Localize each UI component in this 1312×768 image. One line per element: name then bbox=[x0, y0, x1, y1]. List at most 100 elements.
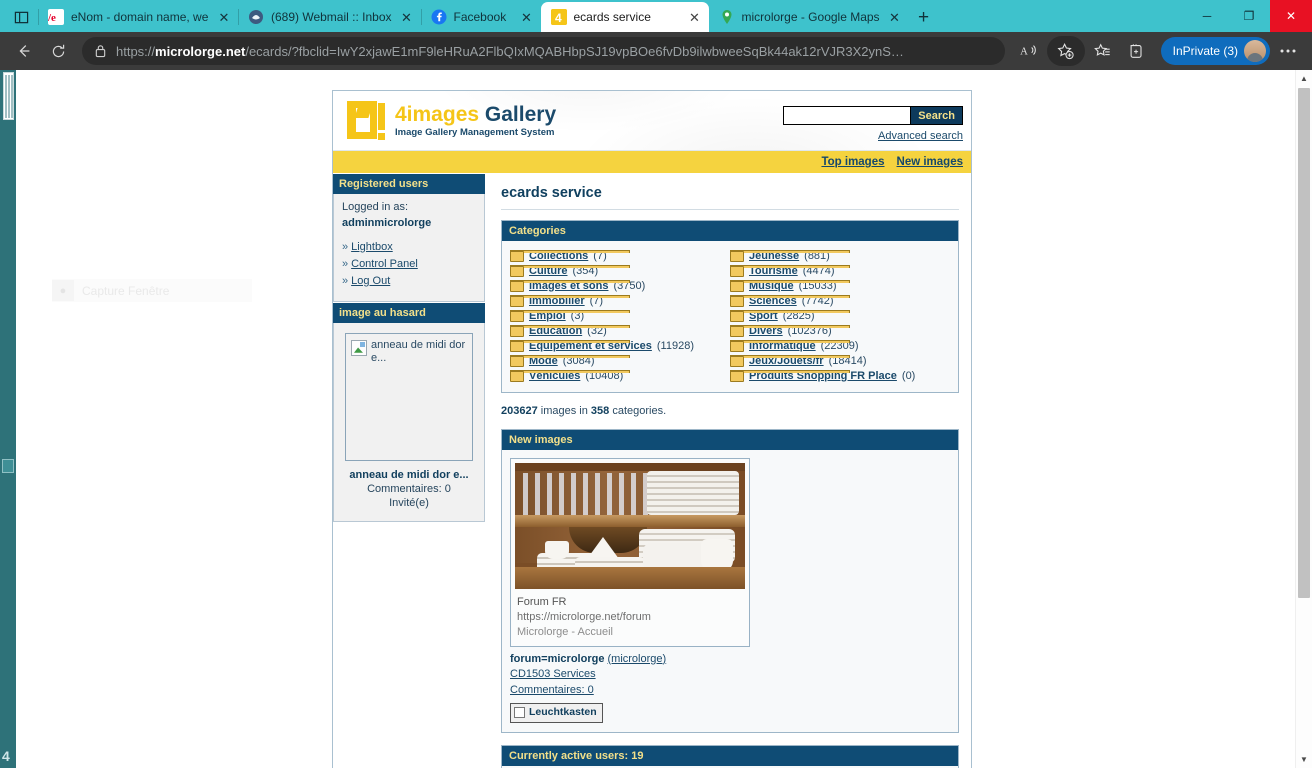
toolbar-right-icons: A InPrivate (3) bbox=[1013, 36, 1304, 66]
folder-icon bbox=[510, 309, 630, 322]
random-image-caption[interactable]: anneau de midi dor e... bbox=[342, 469, 476, 481]
more-options-button[interactable] bbox=[1272, 36, 1304, 66]
category-item[interactable]: Culture (354) bbox=[510, 263, 730, 278]
search-button[interactable]: Search bbox=[911, 106, 963, 125]
gallery-body: Registered users Logged in as: adminmicr… bbox=[333, 173, 971, 768]
address-bar[interactable]: https://microlorge.net/ecards/?fbclid=Iw… bbox=[82, 37, 1005, 65]
gallery-content: ecards service Categories Collections (7)… bbox=[485, 173, 971, 768]
category-item[interactable]: Emploi (3) bbox=[510, 308, 730, 323]
browser-tab-1[interactable]: (689) Webmail :: Inbox ✕ bbox=[238, 2, 421, 32]
read-aloud-button[interactable]: A bbox=[1013, 36, 1045, 66]
lightbox-link[interactable]: Lightbox bbox=[351, 241, 393, 253]
inprivate-label: InPrivate (3) bbox=[1172, 44, 1238, 58]
add-favorite-button[interactable] bbox=[1046, 36, 1085, 66]
top-images-link[interactable]: Top images bbox=[821, 156, 884, 168]
tab-close-button[interactable]: ✕ bbox=[887, 9, 903, 25]
category-item[interactable]: Mode (3084) bbox=[510, 353, 730, 368]
category-item[interactable]: Informatique (22309) bbox=[730, 338, 950, 353]
category-item[interactable]: Produits Shopping FR Place (0) bbox=[730, 368, 950, 383]
googlemaps-icon bbox=[719, 9, 735, 25]
advanced-search-link[interactable]: Advanced search bbox=[783, 130, 963, 142]
new-images-link[interactable]: New images bbox=[897, 156, 963, 168]
logout-link[interactable]: Log Out bbox=[351, 275, 390, 287]
tab-close-button[interactable]: ✕ bbox=[519, 9, 535, 25]
close-window-button[interactable]: ✕ bbox=[1270, 0, 1312, 32]
category-item[interactable]: Sciences (7742) bbox=[730, 293, 950, 308]
category-item[interactable]: Collections (7) bbox=[510, 248, 730, 263]
stats-mid-text: images in bbox=[537, 405, 591, 417]
tab-close-button[interactable]: ✕ bbox=[399, 9, 415, 25]
folder-icon bbox=[730, 249, 850, 262]
logo-text: 4images Gallery Image Gallery Management… bbox=[395, 103, 557, 138]
lightbox-checkbox[interactable] bbox=[514, 707, 525, 719]
gallery-logo[interactable]: 4images Gallery Image Gallery Management… bbox=[347, 101, 556, 141]
dishes-in-cabinet-photo[interactable] bbox=[515, 463, 745, 589]
category-item[interactable]: Immobilier (7) bbox=[510, 293, 730, 308]
logo-name-b: Gallery bbox=[484, 103, 557, 127]
category-item[interactable]: Musique (15033) bbox=[730, 278, 950, 293]
folder-icon bbox=[730, 369, 850, 382]
new-image-user-link[interactable]: (microlorge) bbox=[608, 653, 667, 665]
sidebar-links: » Lightbox » Control Panel » Log Out bbox=[342, 240, 476, 290]
stats-images-count: 203627 bbox=[501, 405, 538, 417]
logged-in-label: Logged in as: bbox=[342, 201, 409, 213]
random-image-panel: anneau de midi dor e... anneau de midi d… bbox=[333, 322, 485, 522]
svg-text:4: 4 bbox=[555, 11, 562, 25]
registered-users-panel: Logged in as: adminmicrolorge » Lightbox … bbox=[333, 194, 485, 302]
new-image-title: forum=microlorge bbox=[510, 652, 605, 665]
category-item[interactable]: Véhicules (10408) bbox=[510, 368, 730, 383]
control-panel-link[interactable]: Control Panel bbox=[351, 258, 418, 270]
scroll-up-arrow[interactable]: ▲ bbox=[1296, 70, 1312, 87]
page-scrollbar[interactable]: ▲ ▼ bbox=[1295, 70, 1312, 768]
browser-tab-3-active[interactable]: 4 ecards service ✕ bbox=[540, 2, 709, 32]
browser-tab-4[interactable]: microlorge - Google Maps ✕ bbox=[709, 2, 909, 32]
meta-url: https://microlorge.net/forum bbox=[517, 610, 651, 623]
new-tab-button[interactable]: + bbox=[909, 4, 939, 32]
avatar bbox=[1244, 40, 1266, 62]
sidebar-item-control-panel[interactable]: » Control Panel bbox=[342, 257, 476, 273]
tab-close-button[interactable]: ✕ bbox=[687, 9, 703, 25]
browser-tab-2[interactable]: Facebook ✕ bbox=[420, 2, 541, 32]
categories-column-right: Jeunesse (881) Tourisme (4474) Musique (150… bbox=[730, 248, 950, 383]
search-input[interactable] bbox=[783, 106, 912, 125]
url-path: /ecards/?fbclid=IwY2xjawE1mF9leHRuA2FlbQ… bbox=[245, 43, 904, 59]
sidebar-item-logout[interactable]: » Log Out bbox=[342, 274, 476, 290]
tab-close-button[interactable]: ✕ bbox=[216, 9, 232, 25]
category-item[interactable]: Sport (2825) bbox=[730, 308, 950, 323]
category-item[interactable]: Jeunesse (881) bbox=[730, 248, 950, 263]
sidebar-item-lightbox[interactable]: » Lightbox bbox=[342, 240, 476, 256]
scrollbar-thumb[interactable] bbox=[1298, 88, 1310, 598]
url-host: microlorge.net bbox=[155, 43, 246, 59]
back-arrow-icon bbox=[19, 45, 30, 57]
new-image-card[interactable]: Forum FR https://microlorge.net/forum Mi… bbox=[510, 458, 750, 647]
inprivate-indicator[interactable]: InPrivate (3) bbox=[1160, 37, 1270, 65]
left-strip-bar bbox=[3, 72, 14, 120]
capture-window-overlay[interactable]: ● Capture Fenêtre bbox=[52, 279, 252, 302]
category-item[interactable]: Education (32) bbox=[510, 323, 730, 338]
category-item[interactable]: Divers (102376) bbox=[730, 323, 950, 338]
tab-title: (689) Webmail :: Inbox bbox=[271, 10, 392, 24]
favorites-button[interactable] bbox=[1087, 36, 1119, 66]
category-item[interactable]: Equipement et services (11928) bbox=[510, 338, 730, 353]
lightbox-button[interactable]: Leuchtkasten bbox=[510, 703, 603, 723]
category-item[interactable]: Jeux/Jouets/fr (18414) bbox=[730, 353, 950, 368]
new-image-comments-link[interactable]: Commentaires: 0 bbox=[510, 684, 594, 696]
reload-button[interactable] bbox=[42, 36, 74, 66]
browser-window: /e eNom - domain name, web ✕ (689) Webma… bbox=[0, 0, 1312, 768]
folder-icon bbox=[730, 309, 850, 322]
folder-icon bbox=[730, 264, 850, 277]
back-button[interactable] bbox=[8, 36, 40, 66]
category-item[interactable]: images et sons (3750) bbox=[510, 278, 730, 293]
random-image-thumbnail[interactable]: anneau de midi dor e... bbox=[345, 332, 473, 461]
collections-button[interactable] bbox=[1121, 36, 1153, 66]
tab-search-button[interactable] bbox=[4, 2, 38, 32]
new-image-category-link[interactable]: CD1503 Services bbox=[510, 668, 596, 680]
category-item[interactable]: Tourisme (4474) bbox=[730, 263, 950, 278]
scroll-down-arrow[interactable]: ▼ bbox=[1296, 751, 1312, 768]
page-title: ecards service bbox=[501, 183, 959, 210]
camera-icon: ● bbox=[52, 280, 74, 301]
browser-tab-0[interactable]: /e eNom - domain name, web ✕ bbox=[38, 2, 238, 32]
maximize-button[interactable]: ❐ bbox=[1228, 0, 1270, 32]
left-strip-digit: 4 bbox=[2, 748, 10, 764]
minimize-button[interactable]: ─ bbox=[1186, 0, 1228, 32]
